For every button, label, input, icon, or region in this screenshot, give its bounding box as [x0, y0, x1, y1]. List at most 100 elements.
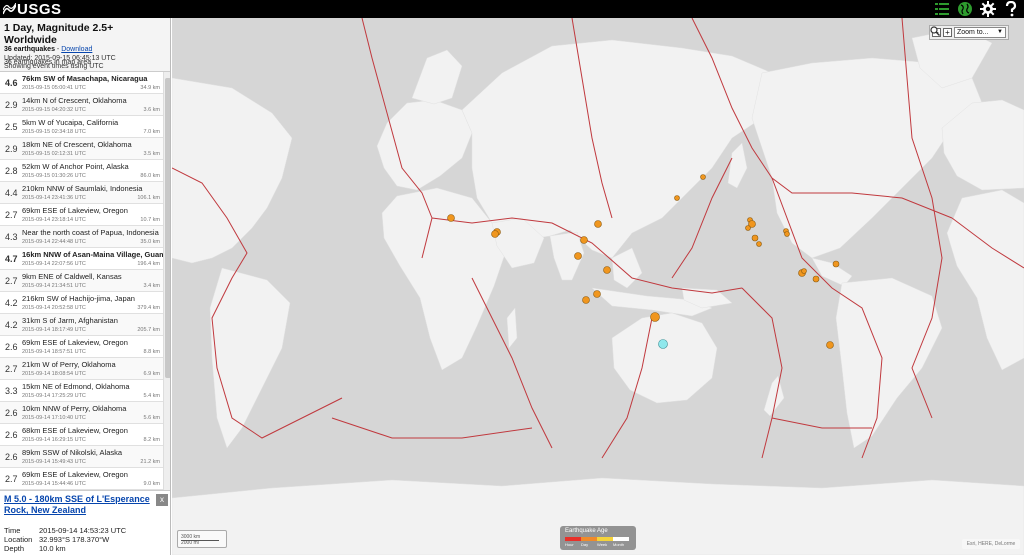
age-legend: Earthquake Age Hour Day Week Month [560, 526, 636, 550]
gear-icon[interactable] [980, 1, 996, 17]
legend-ticks: Hour Day Week Month [565, 542, 629, 547]
earthquake-depth: 205.7 km [137, 327, 160, 333]
earthquake-depth: 10.7 km [140, 217, 160, 223]
earthquake-list-item[interactable]: 2.6 89km SSW of Nikolski, Alaska 2015-09-1… [0, 446, 163, 468]
globe-icon[interactable] [957, 1, 973, 17]
earthquake-list-item[interactable]: 4.3 Near the north coast of Papua, Indone… [0, 226, 163, 248]
zoom-in-button[interactable]: + [943, 28, 952, 37]
earthquake-list-item[interactable]: 2.7 9km ENE of Caldwell, Kansas 2015-09-14… [0, 270, 163, 292]
earthquake-time: 2015-09-14 23:18:14 UTC [22, 217, 86, 223]
help-icon[interactable] [1003, 1, 1019, 17]
zoom-to-select[interactable]: Zoom to... ▼ [954, 27, 1006, 38]
map-view[interactable]: − + Zoom to... ▼ 3000 km 2000 mi Earthqu… [172, 18, 1024, 555]
legend-color-bars [565, 537, 629, 541]
download-link[interactable]: Download [61, 46, 92, 53]
earthquake-marker[interactable] [700, 174, 706, 180]
sidebar: 1 Day, Magnitude 2.5+ Worldwide 36 earth… [0, 18, 171, 555]
earthquake-marker[interactable] [674, 195, 680, 201]
earthquake-marker[interactable] [582, 296, 590, 304]
legend-tick: Day [581, 542, 589, 547]
earthquake-marker[interactable] [812, 275, 820, 283]
earthquake-place: 76km SW of Masachapa, Nicaragua [22, 74, 148, 83]
earthquake-list-item[interactable]: 2.5 5km W of Yucaipa, California 2015-09-1… [0, 116, 163, 138]
earthquake-list-item[interactable]: 2.7 69km ESE of Lakeview, Oregon 2015-09-1… [0, 204, 163, 226]
earthquake-time: 2015-09-14 21:34:51 UTC [22, 283, 86, 289]
earthquake-magnitude: 2.7 [5, 276, 18, 286]
detail-location-row: Location 32.993°S 178.370°W [4, 535, 126, 544]
earthquake-marker[interactable] [580, 236, 588, 244]
earthquake-marker[interactable] [650, 312, 660, 322]
earthquake-list-item[interactable]: 2.6 68km ESE of Lakeview, Oregon 2015-09-1… [0, 424, 163, 446]
earthquake-depth: 8.8 km [143, 349, 160, 355]
earthquake-depth: 3.6 km [143, 107, 160, 113]
earthquake-list-item[interactable]: 4.7 16km NNW of Asan-Maina Village, Guam 2… [0, 248, 163, 270]
earthquake-list-item[interactable]: 2.9 14km N of Crescent, Oklahoma 2015-09-1… [0, 94, 163, 116]
earthquake-marker[interactable] [574, 252, 582, 260]
list-scrollbar[interactable] [163, 72, 170, 490]
selected-earthquake-marker[interactable] [658, 339, 668, 349]
earthquake-place: 10km NNW of Perry, Oklahoma [22, 404, 127, 413]
earthquake-time: 2015-09-14 18:17:49 UTC [22, 327, 86, 333]
detail-depth-label: Depth [4, 544, 25, 553]
earthquake-list-item[interactable]: 4.6 76km SW of Masachapa, Nicaragua 2015-0… [0, 72, 163, 94]
earthquake-place: 69km ESE of Lakeview, Oregon [22, 338, 128, 347]
earthquake-magnitude: 2.5 [5, 122, 18, 132]
earthquake-depth: 379.4 km [137, 305, 160, 311]
earthquake-list-item[interactable]: 4.2 31km S of Jarm, Afghanistan 2015-09-14… [0, 314, 163, 336]
scale-bar: 3000 km 2000 mi [177, 530, 227, 548]
earthquake-depth: 21.2 km [140, 459, 160, 465]
earthquake-depth: 5.6 km [143, 415, 160, 421]
earthquake-list-item[interactable]: 4.2 216km SW of Hachijo-jima, Japan 2015-0… [0, 292, 163, 314]
earthquake-list-item[interactable]: 4.4 210km NNW of Saumlaki, Indonesia 2015-… [0, 182, 163, 204]
earthquake-depth: 6.9 km [143, 371, 160, 377]
legend-color-swatch [581, 537, 597, 541]
chevron-down-icon: ▼ [997, 29, 1003, 35]
earthquake-list-item[interactable]: 2.6 10km NNW of Perry, Oklahoma 2015-09-14… [0, 402, 163, 424]
event-title-link[interactable]: M 5.0 - 180km SSE of L'Esperance Rock, N… [4, 494, 154, 516]
earthquake-time: 2015-09-14 16:29:15 UTC [22, 437, 86, 443]
earthquake-marker[interactable] [784, 231, 790, 237]
earthquake-list-item[interactable]: 3.3 15km NE of Edmond, Oklahoma 2015-09-14… [0, 380, 163, 402]
earthquake-marker[interactable] [491, 230, 499, 238]
earthquake-list-item[interactable]: 2.8 52km W of Anchor Point, Alaska 2015-09… [0, 160, 163, 182]
earthquake-depth: 35.0 km [140, 239, 160, 245]
earthquake-marker[interactable] [801, 268, 807, 274]
earthquake-magnitude: 4.4 [5, 188, 18, 198]
earthquake-list-item[interactable]: 2.7 69km ESE of Lakeview, Oregon 2015-09-1… [0, 468, 163, 490]
earthquake-magnitude: 2.6 [5, 430, 18, 440]
earthquake-time: 2015-09-14 17:10:40 UTC [22, 415, 86, 421]
list-icon[interactable] [934, 1, 950, 17]
earthquake-marker[interactable] [593, 290, 601, 298]
earthquake-place: Near the north coast of Papua, Indonesia [22, 228, 159, 237]
earthquake-marker[interactable] [603, 266, 611, 274]
world-map[interactable] [172, 18, 1024, 555]
earthquake-marker[interactable] [832, 260, 840, 268]
earthquake-marker[interactable] [756, 241, 762, 247]
earthquake-magnitude: 2.9 [5, 100, 18, 110]
scrollbar-thumb[interactable] [165, 78, 170, 378]
earthquake-list-item[interactable]: 2.9 18km NE of Crescent, Oklahoma 2015-09-… [0, 138, 163, 160]
legend-title: Earthquake Age [565, 528, 608, 534]
earthquake-time: 2015-09-15 05:00:41 UTC [22, 85, 86, 91]
close-detail-button[interactable]: x [156, 494, 168, 506]
earthquake-place: 18km NE of Crescent, Oklahoma [22, 140, 132, 149]
earthquake-list-item[interactable]: 2.6 69km ESE of Lakeview, Oregon 2015-09-1… [0, 336, 163, 358]
map-attribution: Esri, HERE, DeLorme [962, 539, 1020, 549]
earthquake-magnitude: 4.2 [5, 320, 18, 330]
magnifier-icon[interactable] [930, 26, 940, 36]
legend-color-swatch [597, 537, 613, 541]
earthquake-magnitude: 2.7 [5, 364, 18, 374]
earthquake-marker[interactable] [447, 214, 455, 222]
earthquake-place: 69km ESE of Lakeview, Oregon [22, 206, 128, 215]
earthquake-marker[interactable] [594, 220, 602, 228]
legend-tick: Week [597, 542, 608, 547]
earthquake-place: 68km ESE of Lakeview, Oregon [22, 426, 128, 435]
detail-time-label: Time [4, 526, 21, 535]
earthquake-place: 15km NE of Edmond, Oklahoma [22, 382, 130, 391]
earthquake-marker[interactable] [826, 341, 834, 349]
earthquake-list-item[interactable]: 2.7 21km W of Perry, Oklahoma 2015-09-14 1… [0, 358, 163, 380]
earthquake-marker[interactable] [745, 225, 751, 231]
usgs-logo[interactable]: USGS [3, 1, 62, 18]
earthquake-marker[interactable] [751, 234, 759, 242]
earthquake-time: 2015-09-15 02:34:18 UTC [22, 129, 86, 135]
